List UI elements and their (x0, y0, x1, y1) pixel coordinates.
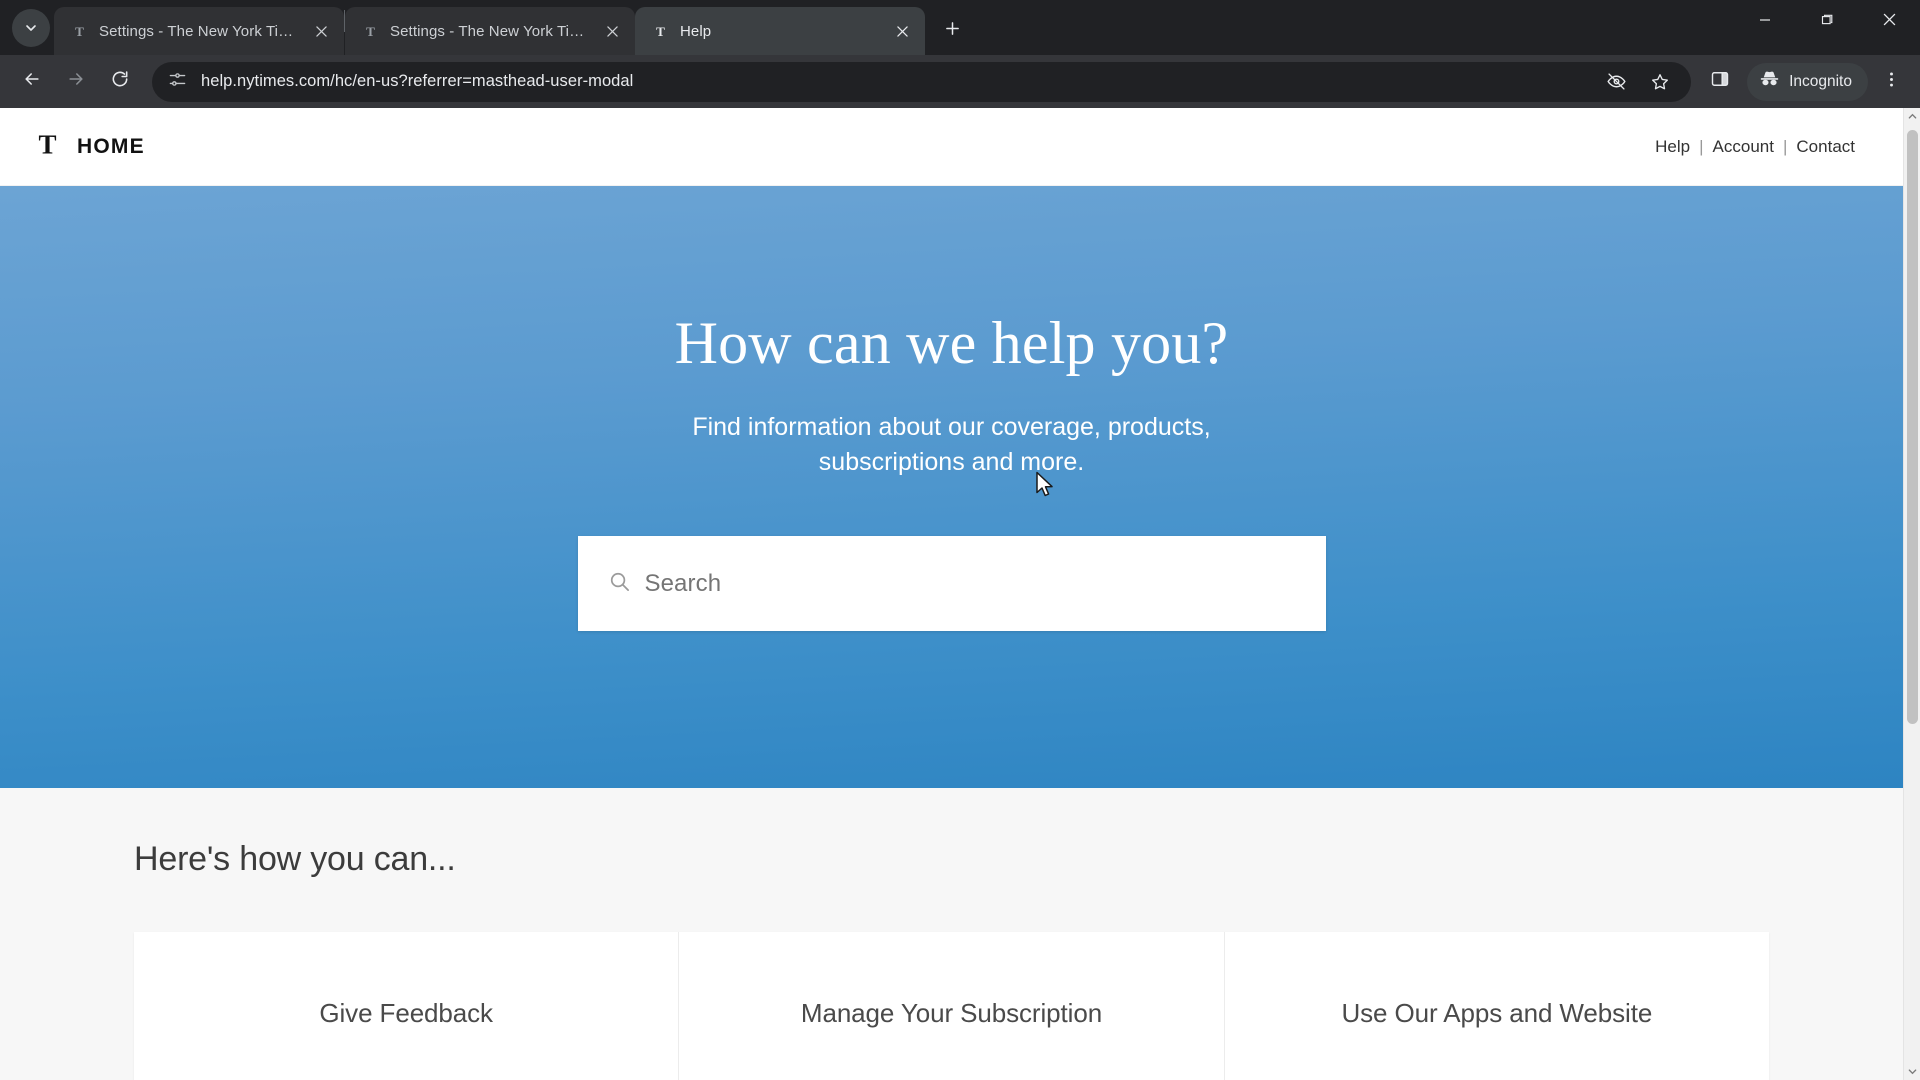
nav-divider: | (1699, 136, 1704, 156)
help-center-page: T HOME Help | Account | Contact How can … (0, 108, 1903, 1080)
header-nav: Help | Account | Contact (1655, 137, 1855, 157)
search-input[interactable]: Search (577, 536, 1326, 632)
nav-link-help[interactable]: Help (1655, 137, 1690, 157)
tab-close-button[interactable] (310, 20, 332, 42)
maximize-icon (1821, 13, 1833, 31)
card-manage-subscription[interactable]: Manage Your Subscription (679, 932, 1225, 1080)
nyt-t-logo-icon: T (652, 23, 669, 40)
maximize-button[interactable] (1796, 0, 1858, 44)
chevron-down-icon (23, 20, 39, 36)
address-bar[interactable]: help.nytimes.com/hc/en-us?referrer=masth… (152, 61, 1692, 102)
scroll-up-button[interactable] (1904, 108, 1920, 125)
minimize-icon (1759, 13, 1771, 31)
reload-button[interactable] (100, 62, 140, 102)
close-icon (1883, 13, 1896, 31)
incognito-hat-icon (1759, 69, 1780, 95)
page-title: How can we help you? (674, 310, 1229, 377)
reload-icon (110, 69, 130, 94)
tab-close-button[interactable] (601, 20, 623, 42)
tab-close-button[interactable] (891, 20, 913, 42)
svg-text:T: T (38, 131, 56, 158)
svg-text:T: T (366, 24, 375, 39)
nyt-t-logo-icon: T (71, 23, 88, 40)
browser-tab[interactable]: T Settings - The New York Times (345, 7, 635, 56)
section-title: Here's how you can... (134, 840, 456, 879)
nav-link-account[interactable]: Account (1713, 137, 1774, 157)
card-title: Give Feedback (319, 998, 493, 1029)
tab-title: Settings - The New York Times (99, 22, 299, 40)
tab-title: Help (680, 22, 712, 40)
card-give-feedback[interactable]: Give Feedback (134, 932, 680, 1080)
plus-icon (945, 21, 960, 41)
nav-link-contact[interactable]: Contact (1796, 137, 1855, 157)
search-placeholder: Search (644, 569, 722, 597)
browser-menu-button[interactable] (1874, 62, 1908, 102)
incognito-indicator[interactable]: Incognito (1747, 62, 1868, 101)
site-header: T HOME Help | Account | Contact (0, 108, 1903, 187)
how-you-can-section: Here's how you can... Give Feedback Mana… (0, 788, 1903, 1080)
three-dots-vertical-icon (1882, 70, 1901, 94)
tab-title: Settings - The New York Times (390, 22, 590, 40)
window-controls (1734, 0, 1920, 55)
hero-section: How can we help you? Find information ab… (0, 186, 1903, 789)
url-text[interactable]: help.nytimes.com/hc/en-us?referrer=masth… (201, 72, 1585, 91)
omnibox-actions (1599, 65, 1677, 99)
nyt-t-logo-icon: T (34, 129, 61, 163)
scrollbar-thumb[interactable] (1907, 130, 1918, 725)
forward-arrow-icon (66, 69, 86, 94)
side-panel-icon (1710, 69, 1730, 94)
tab-search-button[interactable] (12, 9, 50, 48)
page-viewport: T HOME Help | Account | Contact How can … (0, 108, 1920, 1080)
incognito-label: Incognito (1789, 72, 1852, 90)
browser-tab[interactable]: T Settings - The New York Times (54, 7, 344, 56)
home-label: HOME (77, 134, 145, 158)
tab-strip: T Settings - The New York Times T Settin… (0, 0, 1920, 56)
nav-divider: | (1782, 136, 1788, 156)
forward-button[interactable] (56, 62, 96, 102)
search-magnifier-icon (608, 570, 631, 598)
close-window-button[interactable] (1858, 0, 1920, 44)
back-button[interactable] (12, 62, 52, 102)
browser-tab-active[interactable]: T Help (635, 7, 925, 56)
side-panel-button[interactable] (1703, 65, 1737, 99)
scroll-down-button[interactable] (1904, 1063, 1920, 1080)
back-arrow-icon (22, 69, 42, 94)
new-tab-button[interactable] (935, 14, 969, 48)
svg-text:T: T (75, 24, 84, 39)
card-apps-and-website[interactable]: Use Our Apps and Website (1225, 932, 1769, 1080)
card-title: Manage Your Subscription (800, 998, 1103, 1029)
browser-window: T Settings - The New York Times T Settin… (0, 0, 1920, 1080)
eye-slash-icon[interactable] (1599, 65, 1633, 99)
site-settings-icon[interactable] (168, 70, 187, 94)
svg-text:T: T (656, 24, 665, 39)
home-link[interactable]: T HOME (34, 129, 145, 163)
hero-subtitle: Find information about our coverage, pro… (692, 413, 1211, 476)
nyt-t-logo-icon: T (362, 23, 379, 40)
card-title: Use Our Apps and Website (1341, 998, 1653, 1029)
star-icon[interactable] (1643, 65, 1677, 99)
browser-toolbar: help.nytimes.com/hc/en-us?referrer=masth… (0, 55, 1920, 109)
minimize-button[interactable] (1734, 0, 1796, 44)
page-scrollbar[interactable] (1903, 108, 1920, 1080)
card-grid: Give Feedback Manage Your Subscription U… (134, 932, 1769, 1080)
